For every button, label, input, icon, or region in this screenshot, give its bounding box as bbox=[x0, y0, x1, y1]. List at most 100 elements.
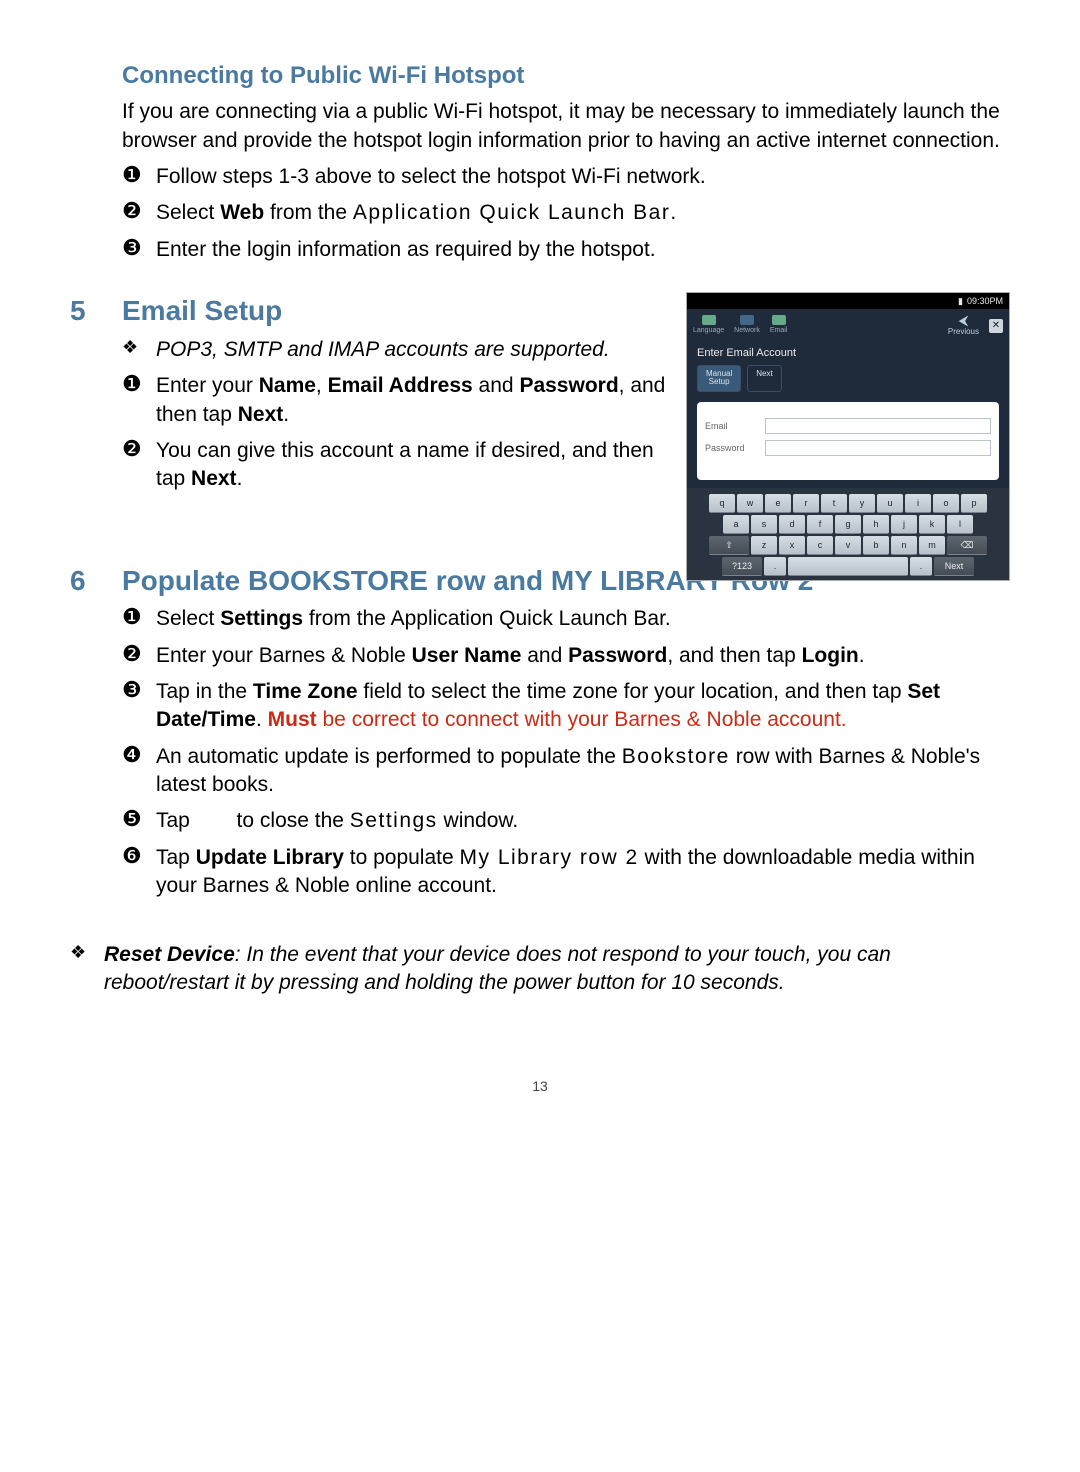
wifi-step3-text: Enter the login information as required … bbox=[156, 236, 656, 264]
book-step-4: ❹ An automatic update is performed to po… bbox=[122, 743, 1010, 800]
kbd-key-l[interactable]: l bbox=[947, 515, 973, 534]
wifi-step-2: ❷ Select Web from the Application Quick … bbox=[122, 199, 1010, 227]
kbd-shift-key[interactable]: ⇧ bbox=[709, 536, 749, 555]
book-step6-text: Tap Update Library to populate My Librar… bbox=[156, 844, 1010, 901]
kbd-key-m[interactable]: m bbox=[919, 536, 945, 555]
reset-device-note: ❖ Reset Device: In the event that your d… bbox=[70, 941, 1010, 998]
wifi-intro: If you are connecting via a public Wi-Fi… bbox=[122, 98, 1010, 155]
kbd-key-e[interactable]: e bbox=[765, 494, 791, 513]
number-5-icon: ❺ bbox=[122, 807, 148, 831]
kbd-key-a[interactable]: a bbox=[723, 515, 749, 534]
kbd-backspace-key[interactable]: ⌫ bbox=[947, 536, 987, 555]
shot-password-field-row: Password bbox=[705, 440, 991, 456]
wifi-step-1: ❶ Follow steps 1-3 above to select the h… bbox=[122, 163, 1010, 191]
shot-manual-setup-tab[interactable]: ManualSetup bbox=[697, 365, 741, 392]
email-step1-text: Enter your Name, Email Address and Passw… bbox=[156, 372, 666, 429]
kbd-key-s[interactable]: s bbox=[751, 515, 777, 534]
kbd-key-v[interactable]: v bbox=[835, 536, 861, 555]
shot-email-label: Email bbox=[705, 420, 757, 432]
kbd-row1: qwertyuiop bbox=[689, 494, 1007, 513]
arrow-left-icon: ⮜ bbox=[958, 313, 968, 327]
email-setup-section: 5 Email Setup ❖ POP3, SMTP and IMAP acco… bbox=[70, 292, 1010, 494]
diamond-bullet-icon: ❖ bbox=[70, 941, 96, 964]
book-step-5: ❺ Tap to close the Settings window. bbox=[122, 807, 1010, 835]
book-step2-text: Enter your Barnes & Noble User Name and … bbox=[156, 642, 865, 670]
number-1-icon: ❶ bbox=[122, 372, 148, 396]
book-step-3: ❸ Tap in the Time Zone field to select t… bbox=[122, 678, 1010, 735]
kbd-key-i[interactable]: i bbox=[905, 494, 931, 513]
number-6-icon: ❻ bbox=[122, 844, 148, 868]
shot-next-tab[interactable]: Next bbox=[747, 365, 781, 392]
kbd-key-f[interactable]: f bbox=[807, 515, 833, 534]
shot-previous-button[interactable]: ⮜Previous bbox=[948, 313, 979, 338]
shot-password-label: Password bbox=[705, 442, 757, 454]
kbd-key-z[interactable]: z bbox=[751, 536, 777, 555]
shot-close-button[interactable]: ✕ bbox=[989, 319, 1003, 333]
kbd-key-d[interactable]: d bbox=[779, 515, 805, 534]
email-note-text: POP3, SMTP and IMAP accounts are support… bbox=[156, 336, 610, 364]
shot-form-card: Email Password bbox=[697, 402, 999, 480]
email-step2-text: You can give this account a name if desi… bbox=[156, 437, 666, 494]
reset-text: Reset Device: In the event that your dev… bbox=[104, 941, 1010, 998]
number-3-icon: ❸ bbox=[122, 678, 148, 702]
shot-password-input[interactable] bbox=[765, 440, 991, 456]
kbd-key-k[interactable]: k bbox=[919, 515, 945, 534]
kbd-key-n[interactable]: n bbox=[891, 536, 917, 555]
email-setup-screenshot: ▮ 09:30PM Language Network Email ⮜Previo… bbox=[686, 292, 1010, 581]
kbd-key-b[interactable]: b bbox=[863, 536, 889, 555]
kbd-key-c[interactable]: c bbox=[807, 536, 833, 555]
number-2-icon: ❷ bbox=[122, 437, 148, 461]
kbd-numbers-key[interactable]: ?123 bbox=[722, 557, 762, 576]
section-number: 6 bbox=[70, 562, 104, 600]
number-3-icon: ❸ bbox=[122, 236, 148, 260]
kbd-key-t[interactable]: t bbox=[821, 494, 847, 513]
shot-email-field-row: Email bbox=[705, 418, 991, 434]
shot-tab-network[interactable]: Network bbox=[734, 315, 760, 335]
diamond-bullet-icon: ❖ bbox=[122, 336, 148, 359]
close-icon: ✕ bbox=[992, 319, 1000, 333]
shot-keyboard: qwertyuiop asdfghjkl ⇧ zxcvbnm ⌫ ?123 . … bbox=[687, 488, 1009, 580]
kbd-key-x[interactable]: x bbox=[779, 536, 805, 555]
kbd-row4: ?123 . . Next bbox=[689, 557, 1007, 576]
kbd-key-j[interactable]: j bbox=[891, 515, 917, 534]
book-step-6: ❻ Tap Update Library to populate My Libr… bbox=[122, 844, 1010, 901]
section-title: Email Setup bbox=[122, 292, 282, 330]
kbd-key-h[interactable]: h bbox=[863, 515, 889, 534]
number-4-icon: ❹ bbox=[122, 743, 148, 767]
kbd-key-q[interactable]: q bbox=[709, 494, 735, 513]
kbd-row2: asdfghjkl bbox=[689, 515, 1007, 534]
kbd-dot-key[interactable]: . bbox=[764, 557, 786, 576]
kbd-space-key[interactable] bbox=[788, 557, 908, 576]
number-1-icon: ❶ bbox=[122, 605, 148, 629]
shot-tab-email[interactable]: Email bbox=[770, 315, 788, 335]
book-step-1: ❶ Select Settings from the Application Q… bbox=[122, 605, 1010, 633]
shot-top-bar: Language Network Email ⮜Previous ✕ bbox=[687, 309, 1009, 342]
book-step4-text: An automatic update is performed to popu… bbox=[156, 743, 1010, 800]
kbd-key-p[interactable]: p bbox=[961, 494, 987, 513]
book-step1-text: Select Settings from the Application Qui… bbox=[156, 605, 671, 633]
kbd-key-g[interactable]: g bbox=[835, 515, 861, 534]
shot-tab-language[interactable]: Language bbox=[693, 315, 724, 335]
kbd-key-o[interactable]: o bbox=[933, 494, 959, 513]
shot-title: Enter Email Account bbox=[687, 342, 1009, 365]
kbd-key-w[interactable]: w bbox=[737, 494, 763, 513]
section-number: 5 bbox=[70, 292, 104, 330]
kbd-key-y[interactable]: y bbox=[849, 494, 875, 513]
number-1-icon: ❶ bbox=[122, 163, 148, 187]
shot-status-bar: ▮ 09:30PM bbox=[687, 293, 1009, 309]
wifi-heading: Connecting to Public Wi-Fi Hotspot bbox=[122, 60, 1010, 92]
shot-email-input[interactable] bbox=[765, 418, 991, 434]
shot-time: 09:30PM bbox=[967, 295, 1003, 307]
kbd-key-u[interactable]: u bbox=[877, 494, 903, 513]
wifi-hotspot-section: Connecting to Public Wi-Fi Hotspot If yo… bbox=[70, 60, 1010, 264]
kbd-key-r[interactable]: r bbox=[793, 494, 819, 513]
wifi-step1-text: Follow steps 1-3 above to select the hot… bbox=[156, 163, 706, 191]
number-2-icon: ❷ bbox=[122, 199, 148, 223]
bookstore-section: 6 Populate BOOKSTORE row and MY LIBRARY … bbox=[70, 562, 1010, 901]
kbd-next-key[interactable]: Next bbox=[934, 557, 974, 576]
wifi-step2-text: Select Web from the Application Quick La… bbox=[156, 199, 676, 227]
kbd-dot-key-2[interactable]: . bbox=[910, 557, 932, 576]
book-step3-text: Tap in the Time Zone field to select the… bbox=[156, 678, 1010, 735]
battery-icon: ▮ bbox=[958, 295, 963, 307]
wifi-step-3: ❸ Enter the login information as require… bbox=[122, 236, 1010, 264]
